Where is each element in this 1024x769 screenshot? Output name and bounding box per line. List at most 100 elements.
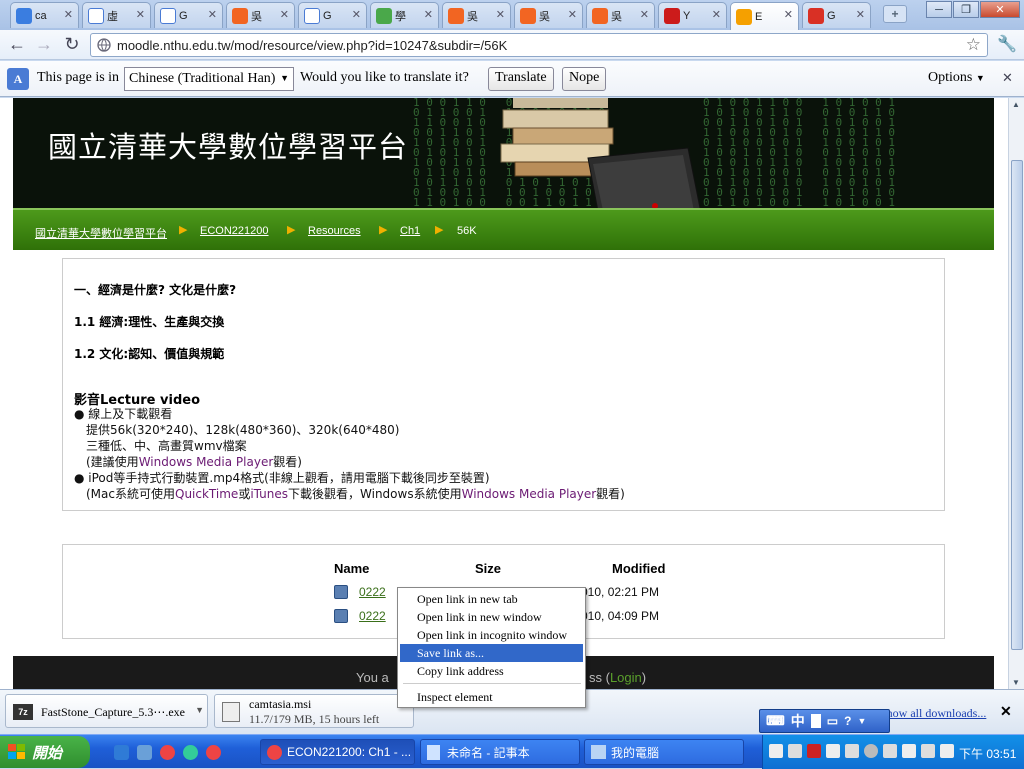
itunes-link[interactable]: iTunes [250, 487, 288, 501]
browser-tab[interactable]: 虛 ✕ [82, 2, 151, 28]
download-status: 11.7/179 MB, 15 hours left [249, 712, 380, 726]
volume-icon[interactable] [864, 744, 878, 758]
vertical-scrollbar[interactable]: ▲ ▼ [1008, 98, 1024, 689]
menu-open-incognito[interactable]: Open link in incognito window [400, 626, 583, 644]
minimize-button[interactable]: ─ [926, 1, 952, 18]
breadcrumb-item-ch1[interactable]: Ch1 [400, 225, 420, 237]
keyboard-icon[interactable]: ▭ [827, 714, 838, 728]
text-fragment: 下載後觀看，Windows系統使用 [288, 487, 462, 501]
close-infobar-icon[interactable]: ✕ [1002, 70, 1013, 86]
breadcrumb-separator-icon: ▶ [435, 224, 444, 236]
menu-copy-link-address[interactable]: Copy link address [400, 662, 583, 680]
tray-icon[interactable] [845, 744, 859, 758]
browser-tab[interactable]: ca ✕ [10, 2, 79, 28]
tab-close-icon[interactable]: ✕ [64, 8, 73, 21]
taskbar-item-my-computer[interactable]: 我的電腦 [584, 739, 744, 765]
ime-mode[interactable]: 中 [791, 711, 805, 731]
file-link[interactable]: 0222 [359, 585, 386, 599]
help-icon[interactable]: ? [844, 714, 851, 728]
tab-close-icon[interactable]: ✕ [280, 8, 289, 21]
browser-tab[interactable]: 吳 ✕ [514, 2, 583, 28]
wmp-link[interactable]: Windows Media Player [462, 487, 597, 501]
tray-icon[interactable] [807, 744, 821, 758]
browser-tab[interactable]: 吳 ✕ [442, 2, 511, 28]
browser-tab[interactable]: 吳 ✕ [226, 2, 295, 28]
resource-description: 一、經濟是什麼? 文化是什麼? 1.1 經濟:理性、生產與交換 1.2 文化:認… [62, 258, 945, 511]
chrome-quicklaunch-icon[interactable] [160, 745, 175, 760]
tab-close-icon[interactable]: ✕ [424, 8, 433, 21]
ime-language-bar[interactable]: ⌨ 中 ▭ ? ▼ [759, 709, 890, 733]
file-link[interactable]: 0222 [359, 609, 386, 623]
media-quicklaunch-icon[interactable] [183, 745, 198, 760]
menu-save-link-as[interactable]: Save link as... [400, 644, 583, 662]
browser-tab[interactable]: G ✕ [802, 2, 871, 28]
breadcrumb-item-home[interactable]: 國立清華大學數位學習平台 [35, 225, 167, 241]
tab-close-icon[interactable]: ✕ [496, 8, 505, 21]
tab-close-icon[interactable]: ✕ [568, 8, 577, 21]
tab-close-icon[interactable]: ✕ [136, 8, 145, 21]
address-bar[interactable]: moodle.nthu.edu.tw/mod/resource/view.php… [90, 33, 988, 57]
chevron-down-icon[interactable]: ▼ [857, 716, 866, 726]
tray-icon[interactable] [940, 744, 954, 758]
taskbar-item-notepad[interactable]: 未命名 - 記事本 [420, 739, 580, 765]
tab-close-icon[interactable]: ✕ [712, 8, 721, 21]
tab-close-icon[interactable]: ✕ [352, 8, 361, 21]
tab-close-icon[interactable]: ✕ [640, 8, 649, 21]
clock[interactable]: 下午 03:51 [959, 745, 1016, 762]
tab-close-icon[interactable]: ✕ [856, 8, 865, 21]
wmp-link[interactable]: Windows Media Player [139, 455, 274, 469]
scroll-down-icon[interactable]: ▼ [1012, 678, 1020, 687]
start-button[interactable]: 開始 [0, 736, 90, 768]
laptop-books-graphic [500, 98, 701, 208]
browser-tab[interactable]: E ✕ [730, 2, 799, 30]
tray-icon[interactable] [902, 744, 916, 758]
close-downloads-icon[interactable]: ✕ [1000, 703, 1012, 720]
menu-open-new-window[interactable]: Open link in new window [400, 608, 583, 626]
scroll-up-icon[interactable]: ▲ [1012, 100, 1020, 109]
download-item[interactable]: 7z FastStone_Capture_5.3⋯.exe ▼ [5, 694, 208, 728]
tab-close-icon[interactable]: ✕ [208, 8, 217, 21]
nope-button[interactable]: Nope [562, 67, 607, 91]
ie-quicklaunch-icon[interactable] [114, 745, 129, 760]
tray-icon[interactable] [788, 744, 802, 758]
tab-title: 吳 [251, 10, 262, 23]
tray-icon[interactable] [769, 744, 783, 758]
column-header-name: Name [334, 561, 370, 576]
browser-tab[interactable]: 吳 ✕ [586, 2, 655, 28]
show-all-downloads-link[interactable]: Show all downloads... [880, 706, 986, 721]
desktop-quicklaunch-icon[interactable] [137, 745, 152, 760]
chrome-quicklaunch-icon[interactable] [206, 745, 221, 760]
quicktime-link[interactable]: QuickTime [175, 487, 238, 501]
back-icon[interactable]: ← [6, 34, 28, 55]
language-select[interactable]: Chinese (Traditional Han) ▼ [124, 67, 294, 91]
forward-icon[interactable]: → [33, 34, 55, 55]
reload-icon[interactable]: ↻ [61, 34, 83, 55]
scrollbar-thumb[interactable] [1011, 160, 1023, 650]
tray-icon[interactable] [826, 744, 840, 758]
breadcrumb-item-resources[interactable]: Resources [308, 225, 361, 237]
browser-tab[interactable]: G ✕ [298, 2, 367, 28]
tab-close-icon[interactable]: ✕ [784, 8, 793, 21]
new-tab-button[interactable]: + [883, 5, 907, 23]
browser-tab[interactable]: 學 ✕ [370, 2, 439, 28]
options-menu[interactable]: Options ▼ [928, 70, 985, 86]
ime-icon[interactable]: ⌨ [766, 713, 785, 729]
taskbar-item-chrome[interactable]: ECON221200: Ch1 - ... [260, 739, 415, 765]
browser-tab[interactable]: Y ✕ [658, 2, 727, 28]
network-icon[interactable] [921, 744, 935, 758]
close-window-button[interactable]: ✕ [980, 1, 1020, 18]
bookmark-star-icon[interactable]: ☆ [966, 35, 981, 55]
half-width-icon[interactable] [810, 714, 821, 728]
tab-title: 學 [395, 10, 406, 23]
maximize-button[interactable]: ❐ [953, 1, 979, 18]
login-link[interactable]: Login [610, 670, 642, 685]
wrench-icon[interactable]: 🔧 [997, 34, 1017, 54]
browser-tab[interactable]: G ✕ [154, 2, 223, 28]
breadcrumb-item-course[interactable]: ECON221200 [200, 225, 269, 237]
menu-open-new-tab[interactable]: Open link in new tab [400, 590, 583, 608]
chevron-down-icon[interactable]: ▼ [195, 705, 204, 715]
tray-icon[interactable] [883, 744, 897, 758]
translate-button[interactable]: Translate [488, 67, 554, 91]
menu-inspect-element[interactable]: Inspect element [400, 688, 583, 706]
download-item[interactable]: camtasia.msi 11.7/179 MB, 15 hours left [214, 694, 414, 728]
